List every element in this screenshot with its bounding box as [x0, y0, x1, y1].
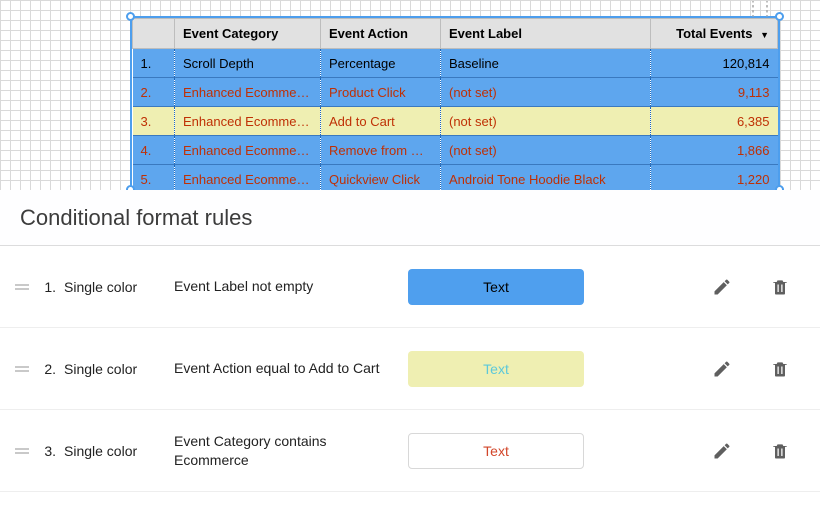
- delete-rule-button[interactable]: [760, 431, 800, 471]
- rule-type: Single color: [64, 443, 174, 459]
- rules-list: 1. Single color Event Label not empty Te…: [0, 246, 820, 524]
- cell-label: (not set): [441, 78, 651, 107]
- cell-total: 6,385: [651, 107, 778, 136]
- rule-index: 3.: [34, 443, 64, 459]
- cell-rownum: 3.: [133, 107, 175, 136]
- table-row[interactable]: 5. Enhanced Ecommerce Quickview Click An…: [133, 165, 778, 191]
- drag-handle-icon[interactable]: [10, 365, 34, 373]
- sort-desc-icon: ▼: [760, 30, 769, 40]
- cell-total: 1,220: [651, 165, 778, 191]
- cell-action: Percentage: [321, 49, 441, 78]
- delete-rule-button[interactable]: [760, 267, 800, 307]
- rule-swatch: Text: [408, 351, 584, 387]
- table-row[interactable]: 3. Enhanced Ecommerce Add to Cart (not s…: [133, 107, 778, 136]
- drag-handle-icon[interactable]: [10, 447, 34, 455]
- edit-rule-button[interactable]: [702, 349, 742, 389]
- rule-index: 1.: [34, 279, 64, 295]
- th-event-label[interactable]: Event Label: [441, 19, 651, 49]
- canvas-area: ⋮⋮⋮⋮ Event Category Event Action Event L…: [0, 0, 820, 190]
- delete-rule-button[interactable]: [760, 349, 800, 389]
- cell-label: Baseline: [441, 49, 651, 78]
- rule-condition: Event Category contains Ecommerce: [174, 432, 404, 470]
- cell-rownum: 1.: [133, 49, 175, 78]
- event-table: Event Category Event Action Event Label …: [132, 18, 778, 190]
- cell-category: Enhanced Ecommerce: [175, 136, 321, 165]
- rule-condition: Event Action equal to Add to Cart: [174, 359, 404, 378]
- swatch-text: Text: [483, 279, 509, 295]
- panel-title: Conditional format rules: [20, 205, 252, 231]
- rule-row[interactable]: 3. Single color Event Category contains …: [0, 410, 820, 492]
- cell-action: Add to Cart: [321, 107, 441, 136]
- trash-icon: [770, 441, 790, 461]
- th-rownum[interactable]: [133, 19, 175, 49]
- rule-row[interactable]: 1. Single color Event Label not empty Te…: [0, 246, 820, 328]
- table-row[interactable]: 2. Enhanced Ecommerce Product Click (not…: [133, 78, 778, 107]
- resize-handle-tr[interactable]: [775, 12, 784, 21]
- cell-total: 120,814: [651, 49, 778, 78]
- cell-category: Enhanced Ecommerce: [175, 107, 321, 136]
- cell-category: Enhanced Ecommerce: [175, 165, 321, 191]
- cell-action: Product Click: [321, 78, 441, 107]
- cell-label: (not set): [441, 107, 651, 136]
- trash-icon: [770, 277, 790, 297]
- rule-type: Single color: [64, 361, 174, 377]
- cell-rownum: 2.: [133, 78, 175, 107]
- th-total-label: Total Events: [676, 26, 752, 41]
- rule-type: Single color: [64, 279, 174, 295]
- selected-table-frame[interactable]: ⋮⋮⋮⋮ Event Category Event Action Event L…: [130, 16, 780, 190]
- cell-label: (not set): [441, 136, 651, 165]
- cell-action: Quickview Click: [321, 165, 441, 191]
- swatch-text: Text: [483, 361, 509, 377]
- th-event-category[interactable]: Event Category: [175, 19, 321, 49]
- rule-index: 2.: [34, 361, 64, 377]
- more-options-handle[interactable]: ⋮⋮⋮⋮: [746, 4, 774, 12]
- rule-swatch: Text: [408, 269, 584, 305]
- resize-handle-tl[interactable]: [126, 12, 135, 21]
- cell-category: Enhanced Ecommerce: [175, 78, 321, 107]
- pencil-icon: [712, 441, 732, 461]
- cell-category: Scroll Depth: [175, 49, 321, 78]
- th-event-action[interactable]: Event Action: [321, 19, 441, 49]
- cell-total: 1,866: [651, 136, 778, 165]
- th-total-events[interactable]: Total Events ▼: [651, 19, 778, 49]
- rule-swatch: Text: [408, 433, 584, 469]
- table-header-row: Event Category Event Action Event Label …: [133, 19, 778, 49]
- cell-total: 9,113: [651, 78, 778, 107]
- rule-condition: Event Label not empty: [174, 277, 404, 296]
- swatch-text: Text: [483, 443, 509, 459]
- table-row[interactable]: 4. Enhanced Ecommerce Remove from Cart (…: [133, 136, 778, 165]
- drag-handle-icon[interactable]: [10, 283, 34, 291]
- pencil-icon: [712, 359, 732, 379]
- edit-rule-button[interactable]: [702, 431, 742, 471]
- edit-rule-button[interactable]: [702, 267, 742, 307]
- pencil-icon: [712, 277, 732, 297]
- conditional-format-panel-header: Conditional format rules: [0, 190, 820, 246]
- table-row[interactable]: 1. Scroll Depth Percentage Baseline 120,…: [133, 49, 778, 78]
- cell-action: Remove from Cart: [321, 136, 441, 165]
- cell-rownum: 4.: [133, 136, 175, 165]
- rule-row[interactable]: 2. Single color Event Action equal to Ad…: [0, 328, 820, 410]
- trash-icon: [770, 359, 790, 379]
- cell-rownum: 5.: [133, 165, 175, 191]
- cell-label: Android Tone Hoodie Black: [441, 165, 651, 191]
